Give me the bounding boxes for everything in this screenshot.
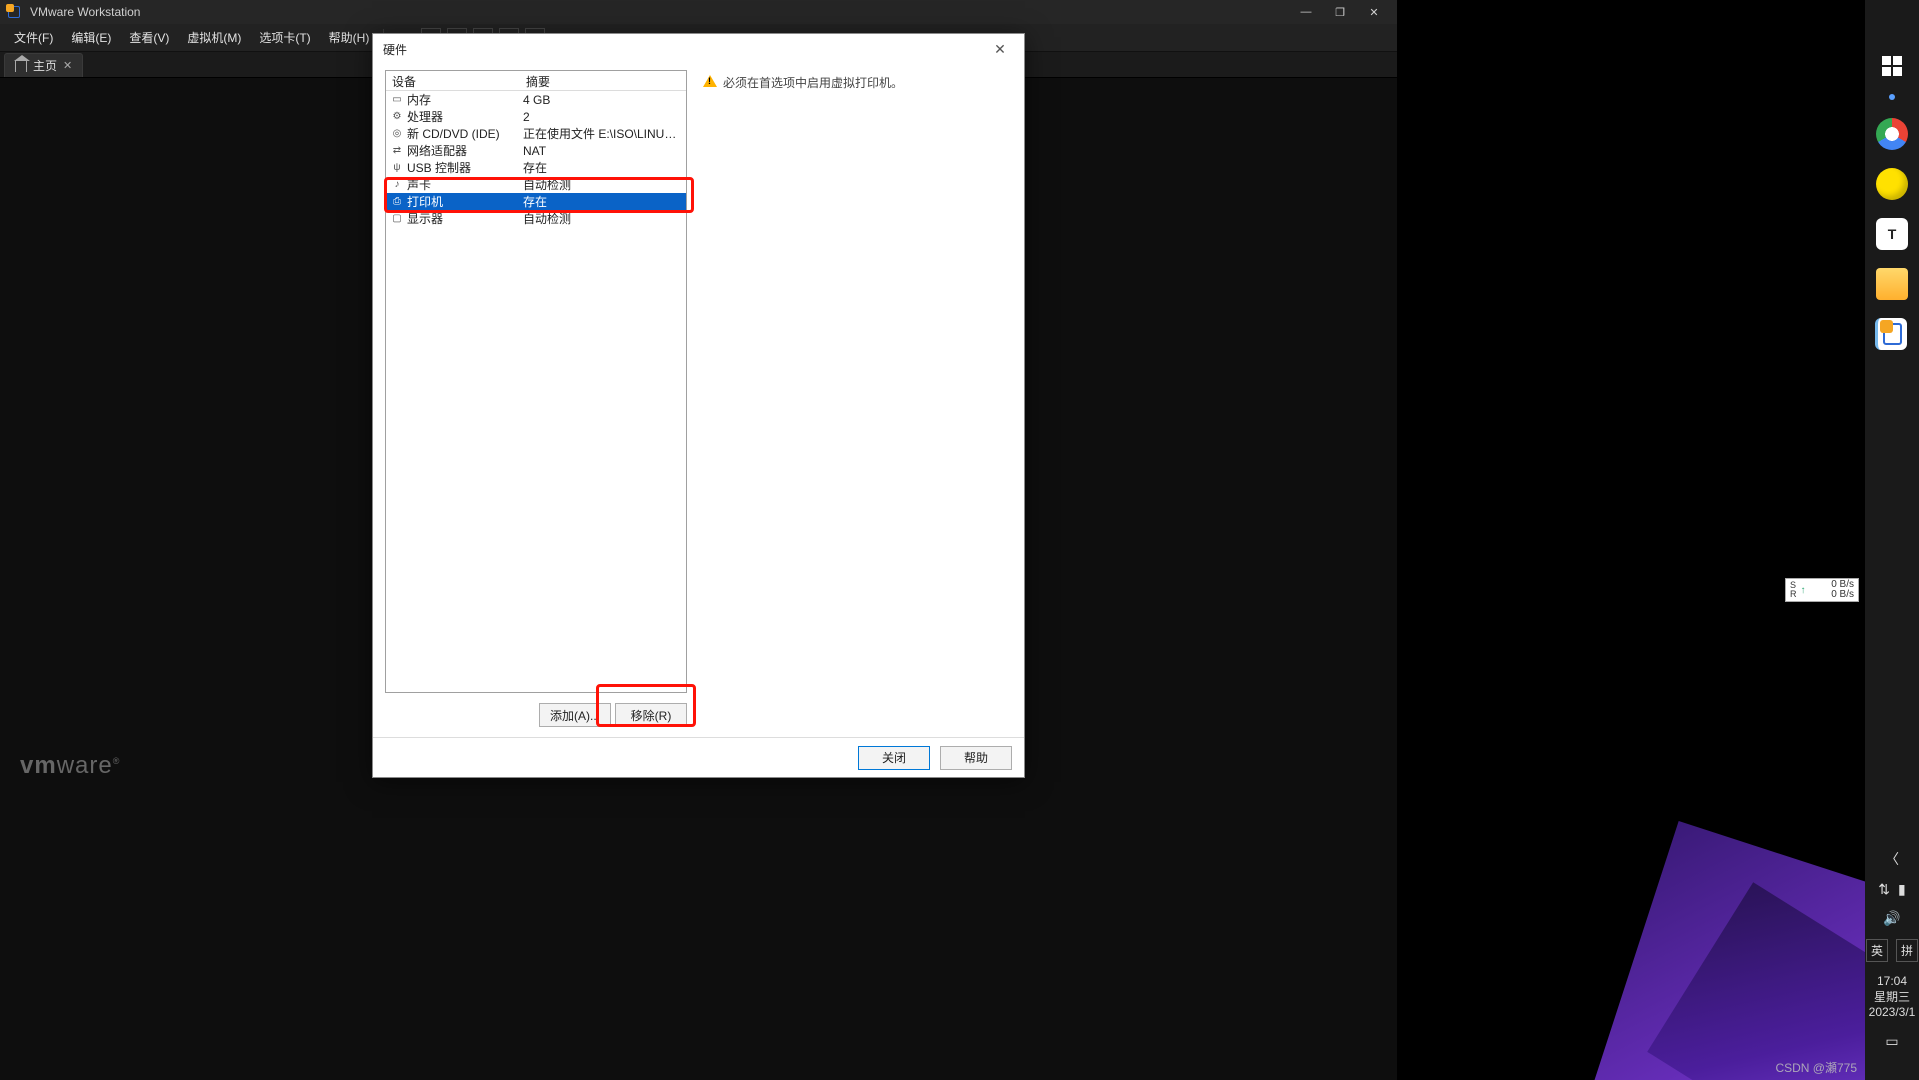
home-icon	[15, 60, 27, 72]
hardware-row-cd[interactable]: 新 CD/DVD (IDE)正在使用文件 E:\ISO\LINUX...	[386, 125, 686, 142]
device-name: 内存	[407, 91, 523, 108]
tray-clock[interactable]: 17:04 星期三 2023/3/1	[1869, 974, 1916, 1021]
hardware-row-usb[interactable]: USB 控制器存在	[386, 159, 686, 176]
printer-notice: 必须在首选项中启用虚拟打印机。	[703, 74, 1010, 91]
netspeed-down: 0 B/s	[1831, 590, 1854, 601]
snd-icon	[390, 178, 404, 192]
cpu-icon	[390, 110, 404, 124]
hardware-row-net[interactable]: 网络适配器NAT	[386, 142, 686, 159]
device-name: 网络适配器	[407, 142, 523, 159]
device-name: 声卡	[407, 176, 523, 193]
device-name: 处理器	[407, 108, 523, 125]
taskbar-app-chrome[interactable]	[1876, 118, 1908, 150]
hardware-settings-dialog: 硬件 ✕ 设备 摘要 内存4 GB处理器2新 CD/DVD (IDE)正在使用文…	[372, 33, 1025, 778]
netspeed-widget[interactable]: S R ↑ 0 B/s 0 B/s	[1785, 578, 1859, 602]
tab-close-icon[interactable]: ✕	[63, 59, 72, 72]
taskbar-app-explorer[interactable]	[1876, 268, 1908, 300]
hardware-list-header: 设备 摘要	[386, 71, 686, 91]
dialog-help-btn[interactable]: 帮助	[940, 746, 1012, 770]
notice-text: 必须在首选项中启用虚拟打印机。	[723, 74, 903, 91]
hardware-left-pane: 设备 摘要 内存4 GB处理器2新 CD/DVD (IDE)正在使用文件 E:\…	[385, 70, 687, 731]
col-summary: 摘要	[520, 71, 686, 90]
ime-mode[interactable]: 拼	[1896, 939, 1918, 962]
usb-icon	[390, 161, 404, 175]
vmware-app-icon	[6, 4, 22, 20]
device-summary: 正在使用文件 E:\ISO\LINUX...	[523, 125, 682, 142]
tray-wifi-icon[interactable]: ⇅	[1878, 881, 1890, 898]
menu-vm[interactable]: 虚拟机(M)	[179, 25, 249, 50]
taskbar-app-vmware[interactable]	[1875, 318, 1907, 350]
window-maximize-button[interactable]: ❐	[1323, 0, 1357, 24]
hardware-right-pane: 必须在首选项中启用虚拟打印机。	[701, 70, 1012, 731]
hardware-row-cpu[interactable]: 处理器2	[386, 108, 686, 125]
device-name: USB 控制器	[407, 159, 523, 176]
hardware-row-snd[interactable]: 声卡自动检测	[386, 176, 686, 193]
device-summary: 存在	[523, 159, 682, 176]
menu-file[interactable]: 文件(F)	[6, 25, 61, 50]
device-summary: 自动检测	[523, 176, 682, 193]
disp-icon	[390, 212, 404, 226]
hardware-row-disp[interactable]: 显示器自动检测	[386, 210, 686, 227]
taskbar-app-yellow[interactable]	[1876, 168, 1908, 200]
tray-weekday: 星期三	[1869, 990, 1916, 1006]
dialog-close-btn[interactable]: 关闭	[858, 746, 930, 770]
tray-notifications-icon[interactable]: ▭	[1885, 1033, 1898, 1050]
watermark: CSDN @瀬775	[1775, 1059, 1857, 1076]
device-name: 显示器	[407, 210, 523, 227]
hardware-row-prn[interactable]: 打印机存在	[386, 193, 686, 210]
start-button[interactable]	[1882, 56, 1902, 76]
tray-chevron-icon[interactable]: 〈	[1885, 849, 1899, 869]
window-title: VMware Workstation	[30, 5, 140, 19]
title-bar[interactable]: VMware Workstation — ❐ ✕	[0, 0, 1397, 24]
hardware-list: 设备 摘要 内存4 GB处理器2新 CD/DVD (IDE)正在使用文件 E:\…	[385, 70, 687, 693]
tray-time: 17:04	[1869, 974, 1916, 990]
tray-date: 2023/3/1	[1869, 1005, 1916, 1021]
device-summary: 自动检测	[523, 210, 682, 227]
device-name: 新 CD/DVD (IDE)	[407, 125, 523, 142]
prn-icon	[390, 195, 404, 209]
tab-home[interactable]: 主页 ✕	[4, 53, 83, 77]
device-summary: 4 GB	[523, 93, 682, 107]
hardware-row-mem[interactable]: 内存4 GB	[386, 91, 686, 108]
col-device: 设备	[386, 71, 520, 90]
netspeed-recv-label: R	[1790, 590, 1797, 599]
device-summary: 存在	[523, 193, 682, 210]
tray-battery-icon[interactable]: ▮	[1898, 881, 1906, 898]
warning-icon	[703, 75, 717, 87]
remove-hardware-button[interactable]: 移除(R)	[615, 703, 687, 727]
window-minimize-button[interactable]: —	[1289, 0, 1323, 24]
menu-edit[interactable]: 编辑(E)	[63, 25, 119, 50]
ime-lang[interactable]: 英	[1866, 939, 1888, 962]
window-close-button[interactable]: ✕	[1357, 0, 1391, 24]
device-summary: 2	[523, 110, 682, 124]
device-summary: NAT	[523, 144, 682, 158]
net-icon	[390, 144, 404, 158]
menu-tabs[interactable]: 选项卡(T)	[251, 25, 318, 50]
system-tray: 〈 ⇅ ▮ 🔊 英 拼 17:04 星期三 2023/3/1 ▭	[1866, 849, 1918, 1080]
menu-view[interactable]: 查看(V)	[121, 25, 177, 50]
mem-icon	[390, 93, 404, 107]
cd-icon	[390, 127, 404, 141]
taskbar-app-text[interactable]: T	[1876, 218, 1908, 250]
dialog-title: 硬件	[383, 41, 407, 58]
cortana-icon[interactable]	[1889, 94, 1895, 100]
dialog-close-button[interactable]: ✕	[986, 41, 1014, 58]
windows-taskbar: T 〈 ⇅ ▮ 🔊 英 拼 17:04 星期三 2023/3/1 ▭	[1865, 0, 1919, 1080]
dialog-title-bar[interactable]: 硬件 ✕	[373, 34, 1024, 64]
tab-label: 主页	[33, 57, 57, 74]
vmware-logo: vmware®	[20, 752, 120, 780]
desktop-decoration	[1525, 780, 1865, 1080]
device-name: 打印机	[407, 193, 523, 210]
tray-volume-icon[interactable]: 🔊	[1883, 910, 1900, 927]
menu-help[interactable]: 帮助(H)	[321, 25, 378, 50]
add-hardware-button[interactable]: 添加(A)...	[539, 703, 611, 727]
